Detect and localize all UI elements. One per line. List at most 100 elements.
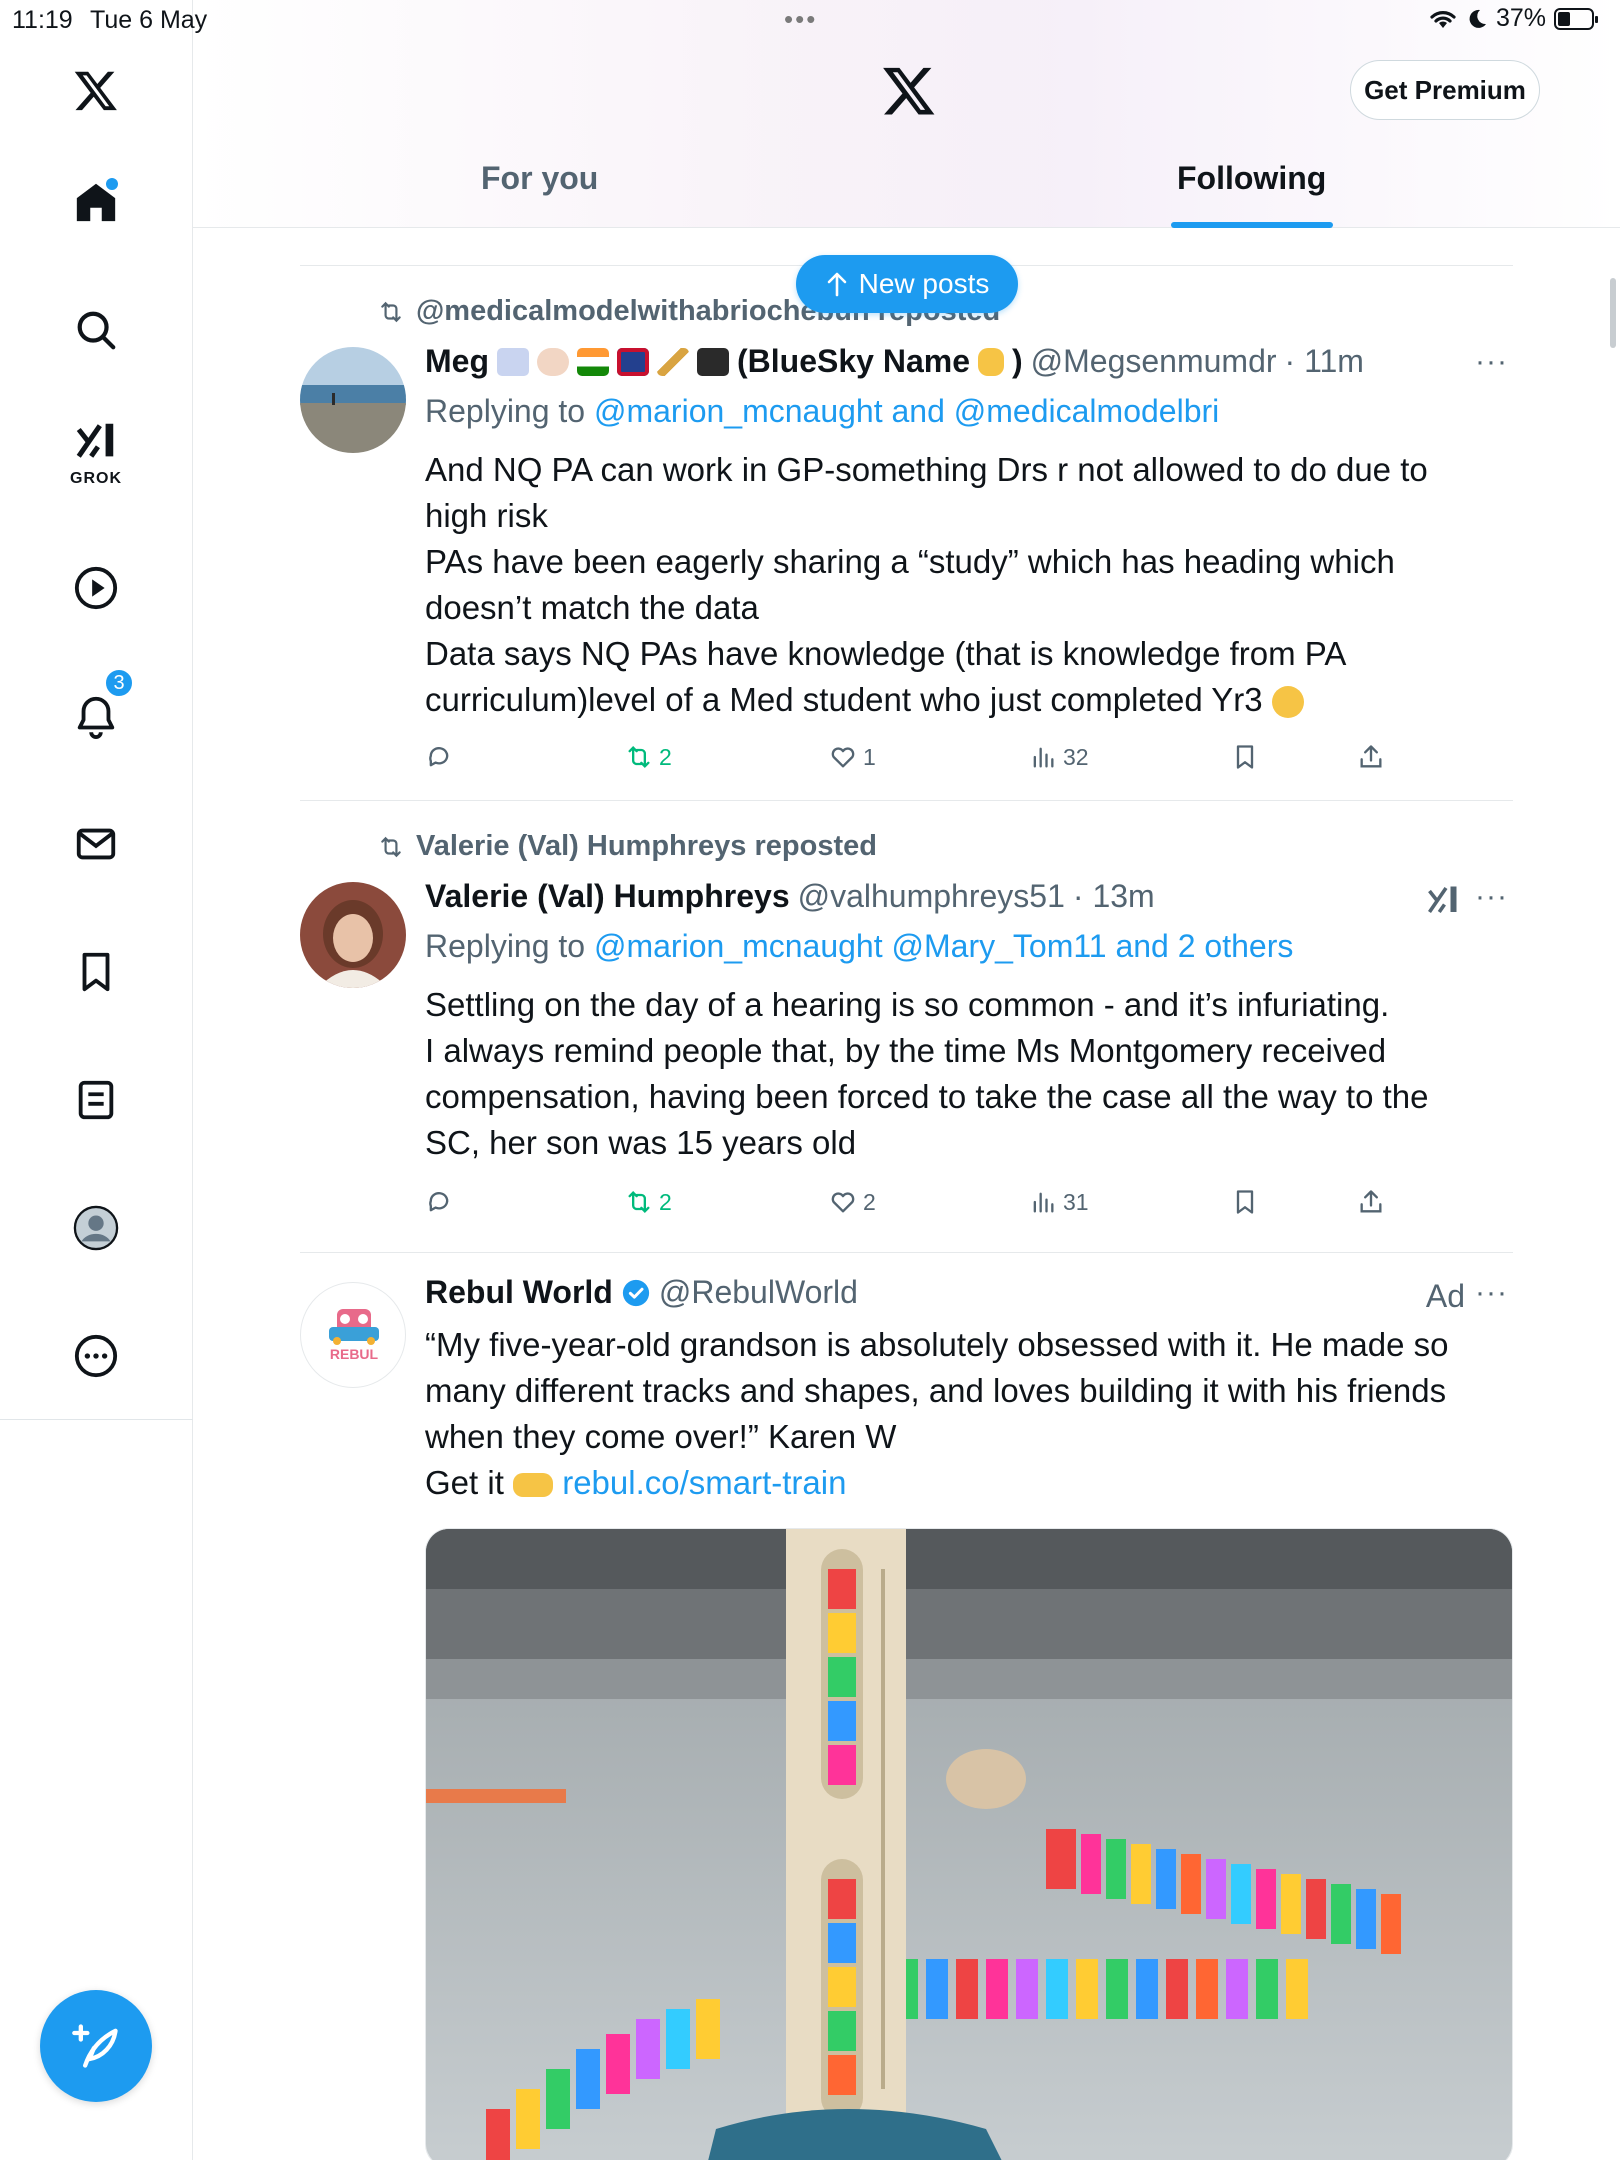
views-button[interactable]: 31 xyxy=(1029,1188,1089,1216)
ad-video-frame xyxy=(426,1529,1512,2160)
post-rebul-ad[interactable]: REBUL Rebul World @RebulWorld Ad ··· “My… xyxy=(300,1252,1513,2160)
avatar-beach-image xyxy=(300,347,406,453)
sidebar-item-profile[interactable] xyxy=(48,1180,144,1276)
post-actions: 2 1 32 xyxy=(425,743,1385,783)
multitasking-dots[interactable]: ••• xyxy=(784,4,817,35)
replying-to: Replying to @marion_mcnaught and @medica… xyxy=(425,393,1219,430)
replying-prefix: Replying to xyxy=(425,928,594,964)
post-author: Valerie (Val) Humphreys @valhumphreys51 … xyxy=(425,878,1155,915)
post-text-line: Settling on the day of a hearing is so c… xyxy=(425,986,1390,1023)
more-options-icon[interactable]: ··· xyxy=(1475,345,1508,379)
share-button[interactable] xyxy=(1357,1188,1385,1216)
status-time: 11:19 xyxy=(12,6,73,34)
like-count: 2 xyxy=(863,1188,876,1215)
author-name[interactable]: Meg xyxy=(425,343,489,380)
repost-button[interactable]: 2 xyxy=(625,743,672,771)
x-logo-button[interactable] xyxy=(48,42,144,138)
grok-explain-icon[interactable] xyxy=(1425,882,1461,918)
post-actions: 2 2 31 xyxy=(425,1188,1385,1228)
compose-feather-icon xyxy=(72,2024,118,2068)
tab-following[interactable]: Following xyxy=(1177,160,1326,197)
movie-camera-emoji-icon xyxy=(697,347,729,376)
author-handle[interactable]: @Megsenmumdr xyxy=(1031,343,1277,380)
ad-link[interactable]: rebul.co/smart-train xyxy=(562,1464,846,1501)
sidebar-item-more[interactable] xyxy=(48,1308,144,1404)
sidebar-item-messages[interactable] xyxy=(48,796,144,892)
avatar[interactable] xyxy=(300,347,406,453)
post-text: Settling on the day of a hearing is so c… xyxy=(425,982,1485,1166)
bell-icon xyxy=(77,696,115,739)
author-name[interactable]: Valerie (Val) Humphreys xyxy=(425,878,790,915)
post-time[interactable]: · 11m xyxy=(1285,343,1364,380)
x-logo-icon xyxy=(74,71,117,111)
battery-fill xyxy=(1558,11,1570,26)
mail-icon xyxy=(76,828,116,860)
sidebar-item-lists[interactable] xyxy=(48,1052,144,1148)
pointing-down-emoji-icon xyxy=(977,347,1004,376)
post-time[interactable]: · 13m xyxy=(1073,878,1155,915)
post-text-line: curriculum)level of a Med student who ju… xyxy=(425,677,1485,723)
repost-icon xyxy=(628,1191,650,1213)
sidebar-item-notifications[interactable]: 3 xyxy=(48,668,144,764)
like-button[interactable]: 1 xyxy=(829,743,876,771)
share-button[interactable] xyxy=(1357,743,1385,771)
list-icon xyxy=(78,1080,114,1120)
profile-avatar-icon xyxy=(73,1205,119,1251)
tab-for-you[interactable]: For you xyxy=(481,160,598,197)
views-button[interactable]: 32 xyxy=(1029,743,1089,771)
x-logo-icon[interactable] xyxy=(881,62,937,118)
post-author: Rebul World @RebulWorld xyxy=(425,1274,858,1311)
repost-button[interactable]: 2 xyxy=(625,1188,672,1216)
author-handle[interactable]: @valhumphreys51 xyxy=(798,878,1065,915)
avatar[interactable]: REBUL xyxy=(300,1282,406,1388)
heart-icon xyxy=(831,747,855,768)
grok-icon xyxy=(76,423,114,458)
more-options-icon[interactable]: ··· xyxy=(1475,880,1508,914)
post-text: And NQ PA can work in GP-something Drs r… xyxy=(425,447,1485,723)
post-text-line: SC, her son was 15 years old xyxy=(425,1124,857,1161)
post-valerie[interactable]: Valerie (Val) Humphreys reposted Valerie… xyxy=(300,800,1513,1252)
sidebar-item-video[interactable] xyxy=(48,540,144,636)
scrollbar[interactable] xyxy=(1610,278,1616,348)
post-text-line: And NQ PA can work in GP-something Drs r… xyxy=(425,451,1428,488)
author-handle[interactable]: @RebulWorld xyxy=(659,1274,858,1311)
sidebar-item-explore[interactable] xyxy=(48,282,144,378)
new-posts-button[interactable]: New posts xyxy=(796,255,1018,313)
get-premium-button[interactable]: Get Premium xyxy=(1350,60,1540,120)
sidebar-item-home[interactable] xyxy=(48,154,144,250)
post-meg[interactable]: @medicalmodelwithabriochebun reposted Me… xyxy=(300,265,1513,800)
bookmark-button[interactable] xyxy=(1231,1188,1259,1216)
repost-by-label: Valerie (Val) Humphreys reposted xyxy=(416,830,877,862)
reply-icon xyxy=(429,1192,449,1212)
india-flag-icon xyxy=(577,347,609,376)
author-name[interactable]: Rebul World xyxy=(425,1274,613,1311)
post-text-line: compensation, having been forced to take… xyxy=(425,1078,1429,1115)
rebul-logo-image: REBUL xyxy=(329,1309,379,1362)
post-text-line: I always remind people that, by the time… xyxy=(425,1032,1387,1069)
uk-flag-icon xyxy=(617,347,649,376)
sidebar-item-bookmarks[interactable] xyxy=(48,924,144,1020)
bookmark-icon xyxy=(1236,745,1254,769)
repost-count: 2 xyxy=(659,743,672,770)
views-count: 31 xyxy=(1063,1188,1089,1215)
reply-button[interactable] xyxy=(425,743,453,771)
health-worker-emoji-icon xyxy=(537,347,569,376)
author-name-suffix: (BlueSky Name xyxy=(737,343,970,379)
compose-post-button[interactable] xyxy=(40,1990,152,2102)
sidebar: GROK 3 xyxy=(0,0,193,2160)
replying-to-link[interactable]: @marion_mcnaught @Mary_Tom11 and 2 other… xyxy=(594,928,1293,964)
sidebar-item-grok[interactable]: GROK xyxy=(48,404,144,500)
post-author: Meg (BlueSky Name ) @Megsenmumdr · 11m xyxy=(425,343,1364,380)
cricket-emoji-icon xyxy=(657,347,689,376)
ad-video[interactable] xyxy=(425,1528,1513,2160)
avatar[interactable] xyxy=(300,882,406,988)
like-button[interactable]: 2 xyxy=(829,1188,876,1216)
reply-button[interactable] xyxy=(425,1188,453,1216)
status-right: 37% xyxy=(1428,4,1598,33)
replying-to-link[interactable]: @marion_mcnaught and @medicalmodelbri xyxy=(594,393,1219,429)
moon-icon xyxy=(1469,9,1486,28)
more-options-icon[interactable]: ··· xyxy=(1475,1276,1508,1310)
like-count: 1 xyxy=(863,743,876,770)
bookmark-button[interactable] xyxy=(1231,743,1259,771)
repost-icon xyxy=(628,746,650,768)
